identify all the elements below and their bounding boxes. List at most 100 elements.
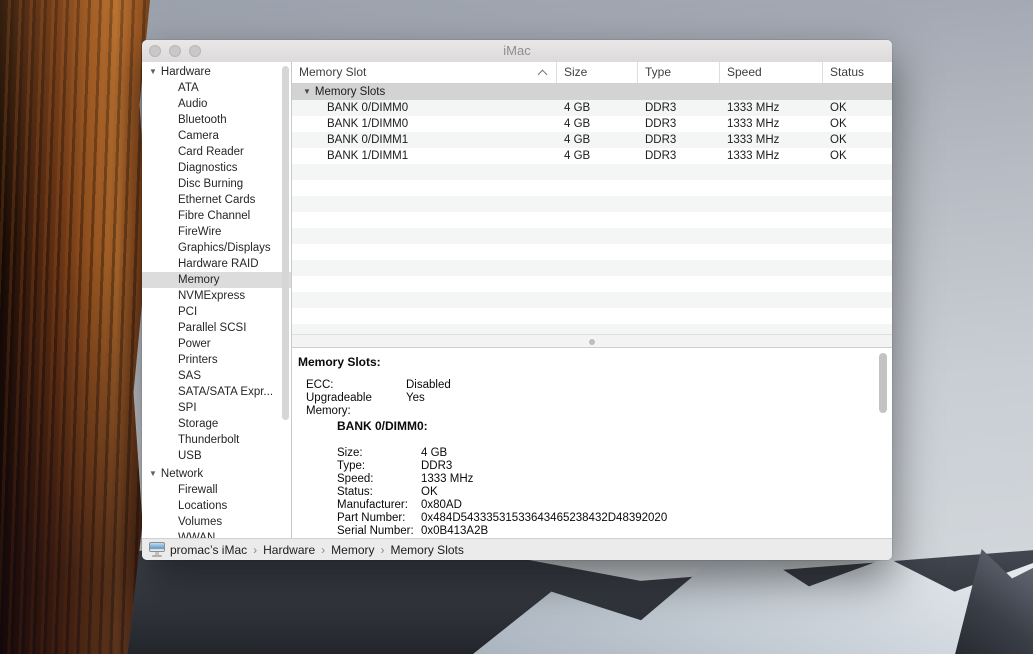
sidebar-item-sata-sata-expr-[interactable]: SATA/SATA Expr... <box>142 384 291 400</box>
sidebar-item-printers[interactable]: Printers <box>142 352 291 368</box>
details-pane: Memory Slots: ECC:DisabledUpgradeable Me… <box>292 348 892 538</box>
imac-icon-base <box>152 555 162 557</box>
column-header-memory-slot[interactable]: Memory Slot <box>292 62 556 83</box>
sidebar-item-spi[interactable]: SPI <box>142 400 291 416</box>
sidebar-item-usb[interactable]: USB <box>142 448 291 464</box>
cell-speed: 1333 MHz <box>719 148 822 164</box>
detail-label: Size: <box>337 447 421 460</box>
table-row[interactable]: BANK 1/DIMM14 GBDDR31333 MHzOK <box>292 148 892 164</box>
sidebar-item-thunderbolt[interactable]: Thunderbolt <box>142 432 291 448</box>
sidebar-item-diagnostics[interactable]: Diagnostics <box>142 160 291 176</box>
detail-label: Serial Number: <box>337 525 421 538</box>
cell-type: DDR3 <box>637 116 719 132</box>
detail-value: 0x0B413A2B <box>421 525 488 538</box>
disclosure-triangle-icon[interactable]: ▼ <box>149 466 157 482</box>
sidebar-item-bluetooth[interactable]: Bluetooth <box>142 112 291 128</box>
detail-label: Type: <box>337 460 421 473</box>
sidebar-item-firewall[interactable]: Firewall <box>142 482 291 498</box>
table-group-row[interactable]: ▼ Memory Slots <box>292 84 892 100</box>
detail-value: 0x484D54333531533643465238432D48392020 <box>421 512 667 525</box>
table-row[interactable]: BANK 1/DIMM04 GBDDR31333 MHzOK <box>292 116 892 132</box>
sidebar: ▼ Hardware ATAAudioBluetoothCameraCard Rea… <box>142 62 292 538</box>
table-header: Memory Slot Size Type Speed Status <box>292 62 892 84</box>
sidebar-item-camera[interactable]: Camera <box>142 128 291 144</box>
wallpaper-cliff <box>0 0 150 654</box>
sidebar-group-label: Hardware <box>161 66 211 78</box>
sidebar-item-storage[interactable]: Storage <box>142 416 291 432</box>
imac-icon <box>149 542 165 557</box>
breadcrumb-separator-icon: › <box>253 543 257 557</box>
detail-line: Size:4 GB <box>337 447 892 460</box>
sidebar-group-hardware[interactable]: ▼ Hardware <box>142 64 291 80</box>
column-header-label: Speed <box>727 65 762 79</box>
sort-ascending-icon <box>538 70 548 80</box>
table-row[interactable]: BANK 0/DIMM04 GBDDR31333 MHzOK <box>292 100 892 116</box>
pane-splitter[interactable] <box>292 334 892 348</box>
sidebar-group-label: Network <box>161 468 203 480</box>
details-heading: Memory Slots: <box>298 355 892 369</box>
window-title: iMac <box>142 40 892 62</box>
detail-label: Status: <box>337 486 421 499</box>
details-scrollbar[interactable] <box>879 353 887 413</box>
sidebar-item-disc-burning[interactable]: Disc Burning <box>142 176 291 192</box>
column-header-status[interactable]: Status <box>822 62 892 83</box>
sidebar-item-fibre-channel[interactable]: Fibre Channel <box>142 208 291 224</box>
cell-slot: BANK 0/DIMM1 <box>292 132 556 148</box>
breadcrumb: promac’s iMac›Hardware›Memory›Memory Slo… <box>170 543 464 557</box>
table-row[interactable]: BANK 0/DIMM14 GBDDR31333 MHzOK <box>292 132 892 148</box>
cell-size: 4 GB <box>556 148 637 164</box>
splitter-handle-icon[interactable] <box>589 339 595 345</box>
detail-line: ECC:Disabled <box>306 379 892 392</box>
sidebar-item-pci[interactable]: PCI <box>142 304 291 320</box>
sidebar-item-locations[interactable]: Locations <box>142 498 291 514</box>
cell-type: DDR3 <box>637 132 719 148</box>
column-header-size[interactable]: Size <box>556 62 637 83</box>
sidebar-item-wwan[interactable]: WWAN <box>142 530 291 538</box>
breadcrumb-separator-icon: › <box>321 543 325 557</box>
cell-speed: 1333 MHz <box>719 132 822 148</box>
detail-label: Upgradeable Memory: <box>306 392 406 405</box>
sidebar-item-ata[interactable]: ATA <box>142 80 291 96</box>
cell-status: OK <box>822 132 892 148</box>
detail-line: Upgradeable Memory:Yes <box>306 392 892 405</box>
sidebar-item-memory[interactable]: Memory <box>142 272 291 288</box>
sidebar-scrollbar[interactable] <box>282 66 289 420</box>
sidebar-item-audio[interactable]: Audio <box>142 96 291 112</box>
group-row-label: Memory Slots <box>315 86 385 98</box>
detail-label: Manufacturer: <box>337 499 421 512</box>
sidebar-item-nvmexpress[interactable]: NVMExpress <box>142 288 291 304</box>
cell-size: 4 GB <box>556 116 637 132</box>
sidebar-group-network[interactable]: ▼ Network <box>142 466 291 482</box>
cell-slot: BANK 1/DIMM1 <box>292 148 556 164</box>
sidebar-item-card-reader[interactable]: Card Reader <box>142 144 291 160</box>
detail-value: Disabled <box>406 379 451 392</box>
breadcrumb-separator-icon: › <box>381 543 385 557</box>
detail-value: OK <box>421 486 438 499</box>
sidebar-item-graphics-displays[interactable]: Graphics/Displays <box>142 240 291 256</box>
breadcrumb-segment: Memory <box>331 543 374 557</box>
window-titlebar[interactable]: iMac <box>142 40 892 63</box>
sidebar-item-parallel-scsi[interactable]: Parallel SCSI <box>142 320 291 336</box>
column-header-type[interactable]: Type <box>637 62 719 83</box>
column-header-label: Type <box>645 65 671 79</box>
column-header-label: Memory Slot <box>299 65 366 79</box>
cell-speed: 1333 MHz <box>719 100 822 116</box>
sidebar-item-hardware-raid[interactable]: Hardware RAID <box>142 256 291 272</box>
sidebar-item-ethernet-cards[interactable]: Ethernet Cards <box>142 192 291 208</box>
sidebar-item-volumes[interactable]: Volumes <box>142 514 291 530</box>
column-header-speed[interactable]: Speed <box>719 62 822 83</box>
sidebar-item-sas[interactable]: SAS <box>142 368 291 384</box>
detail-label: Part Number: <box>337 512 421 525</box>
detail-line: Part Number:0x484D5433353153364346523843… <box>337 512 892 525</box>
cell-slot: BANK 0/DIMM0 <box>292 100 556 116</box>
sidebar-item-power[interactable]: Power <box>142 336 291 352</box>
detail-line: Type:DDR3 <box>337 460 892 473</box>
cell-status: OK <box>822 100 892 116</box>
sidebar-item-firewire[interactable]: FireWire <box>142 224 291 240</box>
system-information-window: iMac ▼ Hardware ATAAudioBluetoothCameraCar… <box>142 40 892 560</box>
status-bar: promac’s iMac›Hardware›Memory›Memory Slo… <box>142 538 892 560</box>
detail-value: 0x80AD <box>421 499 462 512</box>
disclosure-triangle-icon[interactable]: ▼ <box>303 87 311 96</box>
disclosure-triangle-icon[interactable]: ▼ <box>149 64 157 80</box>
window-content: ▼ Hardware ATAAudioBluetoothCameraCard Rea… <box>142 62 892 538</box>
